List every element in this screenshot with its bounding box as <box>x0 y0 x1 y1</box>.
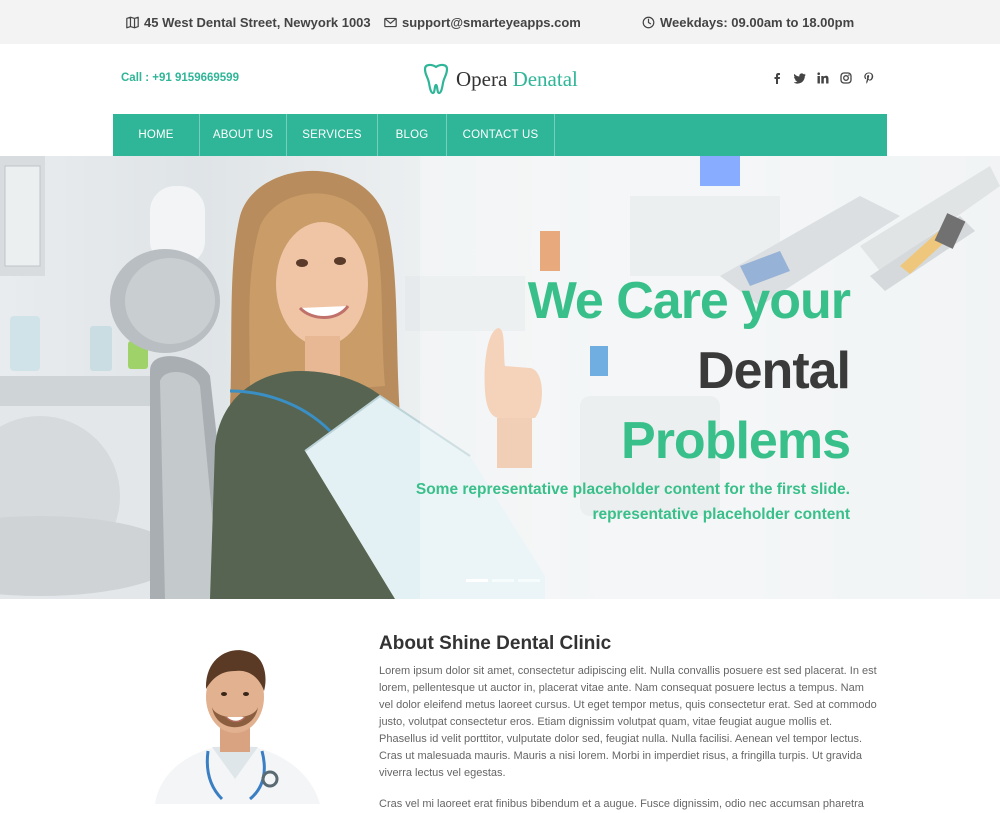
about-title: About Shine Dental Clinic <box>379 633 612 654</box>
nav-home[interactable]: HOME <box>113 114 200 156</box>
slider-indicators <box>466 579 540 582</box>
hours-info: Weekdays: 09.00am to 18.00pm <box>642 0 854 44</box>
hero-caption: We Care your Dental Problems Some repres… <box>415 266 851 526</box>
facebook-icon[interactable] <box>770 70 783 86</box>
hours-text: Weekdays: 09.00am to 18.00pm <box>660 14 855 30</box>
about-section: About Shine Dental Clinic Lorem ipsum do… <box>0 599 1000 810</box>
social-links <box>770 70 875 86</box>
brand-name: Opera Denatal <box>456 67 578 92</box>
slide-indicator-1[interactable] <box>466 579 488 582</box>
hero-slider: We Care your Dental Problems Some repres… <box>0 156 1000 599</box>
email-info[interactable]: support@smarteyeapps.com <box>384 0 581 44</box>
hero-subtext-line1: Some representative placeholder content … <box>415 481 850 498</box>
about-text: Lorem ipsum dolor sit amet, consectetur … <box>379 663 877 813</box>
twitter-icon[interactable] <box>793 70 806 86</box>
doctor-photo <box>155 650 320 804</box>
about-paragraph-1: Lorem ipsum dolor sit amet, consectetur … <box>379 665 877 779</box>
pinterest-icon[interactable] <box>862 70 875 86</box>
envelope-icon <box>384 17 397 27</box>
hero-heading-line1: We Care your <box>527 272 851 330</box>
brand-second: Denatal <box>512 66 578 91</box>
email-text[interactable]: support@smarteyeapps.com <box>402 15 581 30</box>
clock-icon <box>642 16 655 28</box>
map-icon <box>126 16 139 28</box>
nav-contact-us[interactable]: CONTACT US <box>447 114 555 156</box>
about-paragraph-2: Cras vel mi laoreet erat finibus bibendu… <box>379 798 864 810</box>
nav-blog[interactable]: BLOG <box>378 114 447 156</box>
address-info: 45 West Dental Street, Newyork 1003 <box>126 0 371 44</box>
slide-indicator-2[interactable] <box>492 579 514 582</box>
linkedin-icon[interactable] <box>816 70 829 86</box>
hero-heading-line2: Dental <box>697 342 851 400</box>
brand-logo[interactable]: Opera Denatal <box>421 63 578 95</box>
hero-subtext-line2: representative placeholder content <box>592 506 850 523</box>
site-header: Call : +91 9159669599 Opera Denatal <box>0 44 1000 114</box>
main-nav: HOME ABOUT US SERVICES BLOG CONTACT US <box>113 114 887 156</box>
slide-indicator-3[interactable] <box>518 579 540 582</box>
instagram-icon[interactable] <box>839 70 852 86</box>
brand-first: Opera <box>456 66 508 91</box>
hero-heading-line3: Problems <box>621 412 851 470</box>
top-info-bar: 45 West Dental Street, Newyork 1003 supp… <box>0 0 1000 44</box>
address-text: 45 West Dental Street, Newyork 1003 <box>144 14 371 30</box>
nav-about-us[interactable]: ABOUT US <box>200 114 287 156</box>
call-number[interactable]: Call : +91 9159669599 <box>121 72 239 84</box>
tooth-logo-icon <box>423 63 449 95</box>
nav-services[interactable]: SERVICES <box>287 114 378 156</box>
